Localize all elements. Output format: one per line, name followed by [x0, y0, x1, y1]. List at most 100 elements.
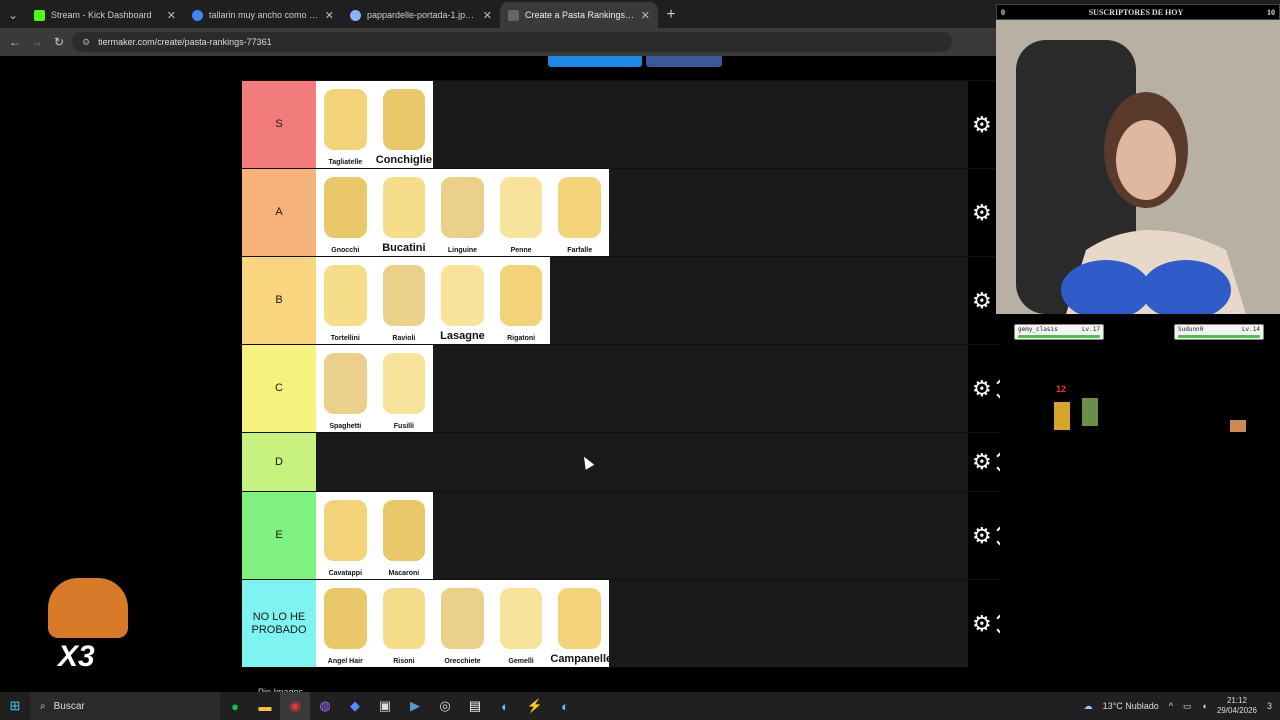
windows-taskbar: ⊞ ⌕ Buscar ● ▬ ◉ ◍ ◆ ▣ ▶ ◎ ▤ ◐ ⚡ ◐ ☁ 13°…	[0, 692, 1280, 720]
new-tab-icon[interactable]: +	[658, 2, 684, 28]
pasta-name: Campanelle	[550, 653, 609, 665]
close-tab-icon[interactable]: ✕	[483, 9, 492, 22]
pasta-card[interactable]: Linguine	[433, 169, 492, 256]
file-explorer-icon[interactable]: ▬	[250, 692, 280, 720]
tier-items[interactable]: Tagliatelle Conchiglie	[316, 81, 968, 168]
start-icon[interactable]: ⊞	[0, 692, 30, 720]
pasta-image	[382, 89, 426, 150]
pasta-card[interactable]: Conchiglie	[374, 81, 434, 168]
app-icon[interactable]: ◆	[340, 692, 370, 720]
tab-search-icon[interactable]: ⌄	[0, 2, 26, 28]
chevron-up-icon[interactable]	[996, 376, 1000, 389]
tier-row: E Cavatappi Macaroni ⚙	[242, 491, 1000, 579]
close-tab-icon[interactable]: ✕	[641, 9, 650, 22]
tier-items[interactable]	[316, 433, 968, 491]
pasta-image	[382, 265, 426, 326]
gear-icon[interactable]: ⚙	[972, 289, 992, 312]
volume-icon[interactable]: ◖	[1202, 701, 1207, 711]
chevron-up-icon[interactable]	[996, 523, 1000, 536]
gear-icon[interactable]: ⚙	[972, 377, 992, 400]
pasta-card[interactable]: Penne	[491, 169, 551, 256]
chevron-down-icon[interactable]	[996, 623, 1000, 636]
pasta-card[interactable]: Tagliatelle	[316, 81, 375, 168]
chevron-down-icon[interactable]	[996, 388, 1000, 401]
capcut-icon[interactable]: ▤	[460, 692, 490, 720]
chrome-icon[interactable]: ◉	[280, 692, 310, 720]
tab-google-search[interactable]: tallarin muy ancho como se llam ✕	[184, 2, 342, 28]
messenger-icon[interactable]: ◍	[310, 692, 340, 720]
steam-icon[interactable]: ◐	[550, 692, 580, 720]
tier-label[interactable]: D	[242, 433, 316, 491]
tier-label[interactable]: B	[242, 257, 316, 344]
gear-icon[interactable]: ⚙	[972, 113, 992, 136]
app-icon[interactable]: ▶	[400, 692, 430, 720]
gear-icon[interactable]: ⚙	[972, 612, 992, 635]
pasta-card[interactable]: Angel Hair	[316, 580, 375, 667]
tier-label[interactable]: S	[242, 81, 316, 168]
chevron-up-icon[interactable]	[996, 611, 1000, 624]
forward-icon[interactable]: →	[28, 33, 46, 51]
tier-items[interactable]: Tortellini Ravioli Lasagne Rigatoni	[316, 257, 968, 344]
obs-icon[interactable]: ◎	[430, 692, 460, 720]
pasta-image	[324, 588, 367, 649]
epic-games-icon[interactable]: ▣	[370, 692, 400, 720]
steam-icon[interactable]: ◐	[490, 692, 520, 720]
tier-items[interactable]: Angel Hair Risoni Orecchiete Gemelli Campane…	[316, 580, 968, 667]
pasta-card[interactable]: Risoni	[374, 580, 434, 667]
pasta-card[interactable]: Campanelle	[550, 580, 609, 667]
pasta-card[interactable]: Gemelli	[491, 580, 551, 667]
pasta-card[interactable]: Gnocchi	[316, 169, 375, 256]
pasta-card[interactable]: Spaghetti	[316, 345, 375, 432]
notification-badge[interactable]: 3	[1267, 701, 1272, 711]
pasta-card[interactable]: Tortellini	[316, 257, 375, 344]
gear-icon[interactable]: ⚙	[972, 201, 992, 224]
chevron-up-icon[interactable]	[996, 450, 1000, 462]
chevron-down-icon[interactable]	[996, 462, 1000, 474]
spotify-icon[interactable]: ●	[220, 692, 250, 720]
url-field[interactable]: ⚙ tiermaker.com/create/pasta-rankings-77…	[72, 32, 952, 52]
gear-icon[interactable]: ⚙	[972, 451, 992, 473]
tier-label[interactable]: E	[242, 492, 316, 579]
tab-tiermaker[interactable]: Create a Pasta Rankings Tier Lis ✕	[500, 2, 658, 28]
tab-image[interactable]: pappardelle-portada-1.jpg (640 ✕	[342, 2, 500, 28]
pasta-card[interactable]: Bucatini	[374, 169, 434, 256]
close-tab-icon[interactable]: ✕	[325, 9, 334, 22]
clock[interactable]: 21:12 29/04/2026	[1217, 696, 1257, 716]
weather-icon[interactable]: ☁	[1084, 701, 1093, 712]
tier-items[interactable]: Spaghetti Fusilli	[316, 345, 968, 432]
share-button[interactable]	[646, 56, 722, 67]
weather-text[interactable]: 13°C Nublado	[1103, 701, 1159, 711]
tier-label[interactable]: C	[242, 345, 316, 432]
gear-icon[interactable]: ⚙	[972, 524, 992, 547]
search-icon: ⌕	[40, 700, 46, 712]
save-button[interactable]	[548, 56, 642, 67]
tier-label[interactable]: A	[242, 169, 316, 256]
pasta-image	[324, 89, 367, 150]
pasta-card[interactable]: Macaroni	[374, 492, 434, 579]
reload-icon[interactable]: ↻	[50, 33, 68, 51]
network-icon[interactable]: ▭	[1183, 701, 1192, 712]
app-icon[interactable]: ⚡	[520, 692, 550, 720]
back-icon[interactable]: ←	[6, 33, 24, 51]
pasta-card[interactable]: Cavatappi	[316, 492, 375, 579]
close-tab-icon[interactable]: ✕	[167, 9, 176, 22]
chevron-down-icon[interactable]	[996, 535, 1000, 548]
pasta-card[interactable]: Ravioli	[374, 257, 434, 344]
tier-items[interactable]: Gnocchi Bucatini Linguine Penne Farfalle	[316, 169, 968, 256]
site-info-icon[interactable]: ⚙	[82, 37, 90, 48]
pasta-card[interactable]: Lasagne	[433, 257, 492, 344]
pasta-card[interactable]: Rigatoni	[491, 257, 551, 344]
pasta-name: Ravioli	[392, 335, 416, 342]
pasta-card[interactable]: Farfalle	[550, 169, 609, 256]
chevron-up-icon[interactable]: ^	[1169, 701, 1173, 711]
pasta-image	[382, 353, 426, 414]
pasta-card[interactable]: Orecchiete	[433, 580, 492, 667]
tier-row: NO LO HE PROBADO Angel Hair Risoni Orecchie…	[242, 579, 1000, 667]
pixel-character-icon	[1054, 402, 1070, 430]
viewer-card-2: Sudunn0 Lv.14	[1174, 324, 1264, 340]
tier-label[interactable]: NO LO HE PROBADO	[242, 580, 316, 667]
tier-items[interactable]: Cavatappi Macaroni	[316, 492, 968, 579]
taskbar-search[interactable]: ⌕ Buscar	[30, 692, 220, 720]
tab-kick-dashboard[interactable]: Stream - Kick Dashboard ✕	[26, 2, 184, 28]
pasta-card[interactable]: Fusilli	[374, 345, 434, 432]
